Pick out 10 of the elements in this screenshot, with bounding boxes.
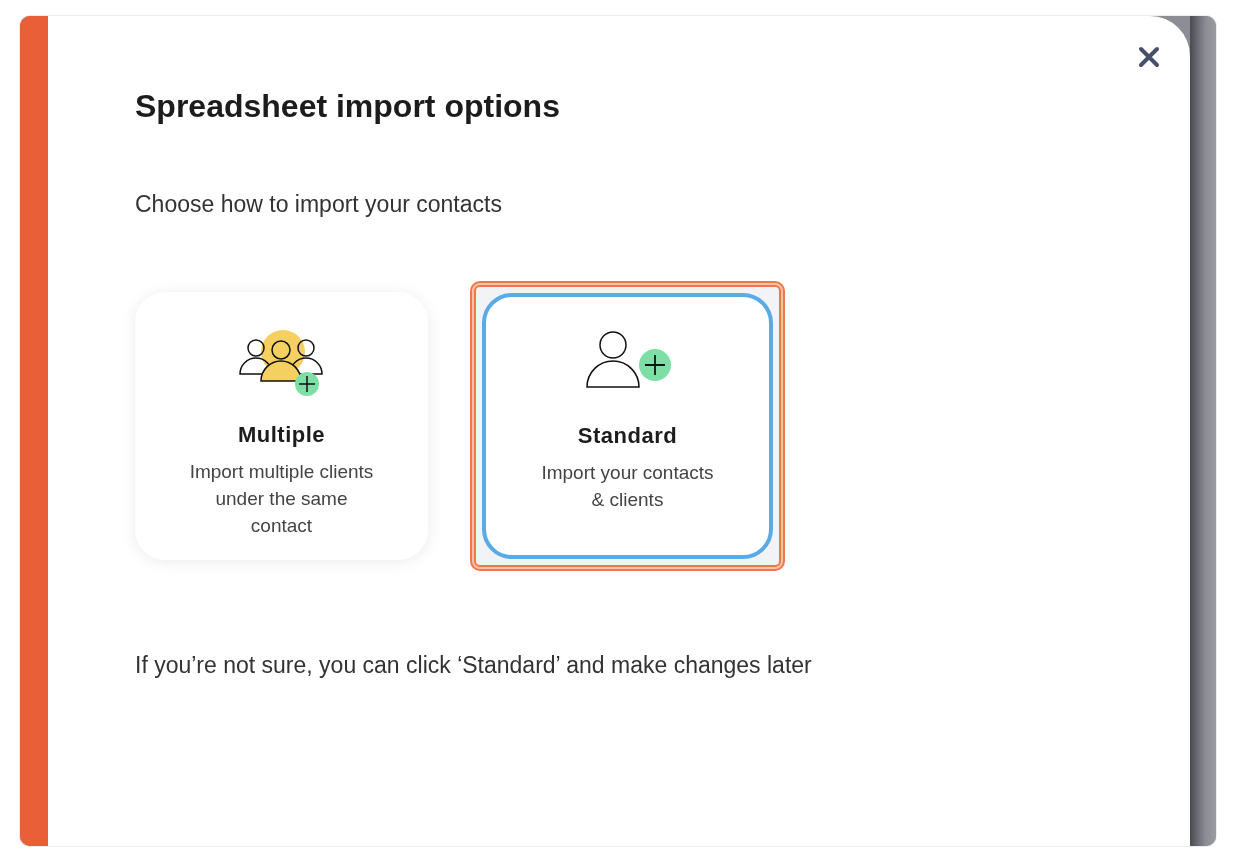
option-title: Multiple <box>237 422 326 448</box>
close-icon <box>1138 46 1160 68</box>
hint-text: If you’re not sure, you can click ‘Standard’ and make changes later <box>135 652 813 679</box>
option-card[interactable]: Standard Import your contacts & clients <box>482 293 773 559</box>
option-description: Import multiple clients under the same contact <box>188 460 375 538</box>
option-description: Import your contacts & clients <box>540 461 715 512</box>
close-button[interactable] <box>1138 46 1160 68</box>
dialog-title: Spreadsheet import options <box>135 88 561 125</box>
option-title: Standard <box>577 423 678 449</box>
prompt-text: Choose how to import your contacts <box>135 191 503 218</box>
